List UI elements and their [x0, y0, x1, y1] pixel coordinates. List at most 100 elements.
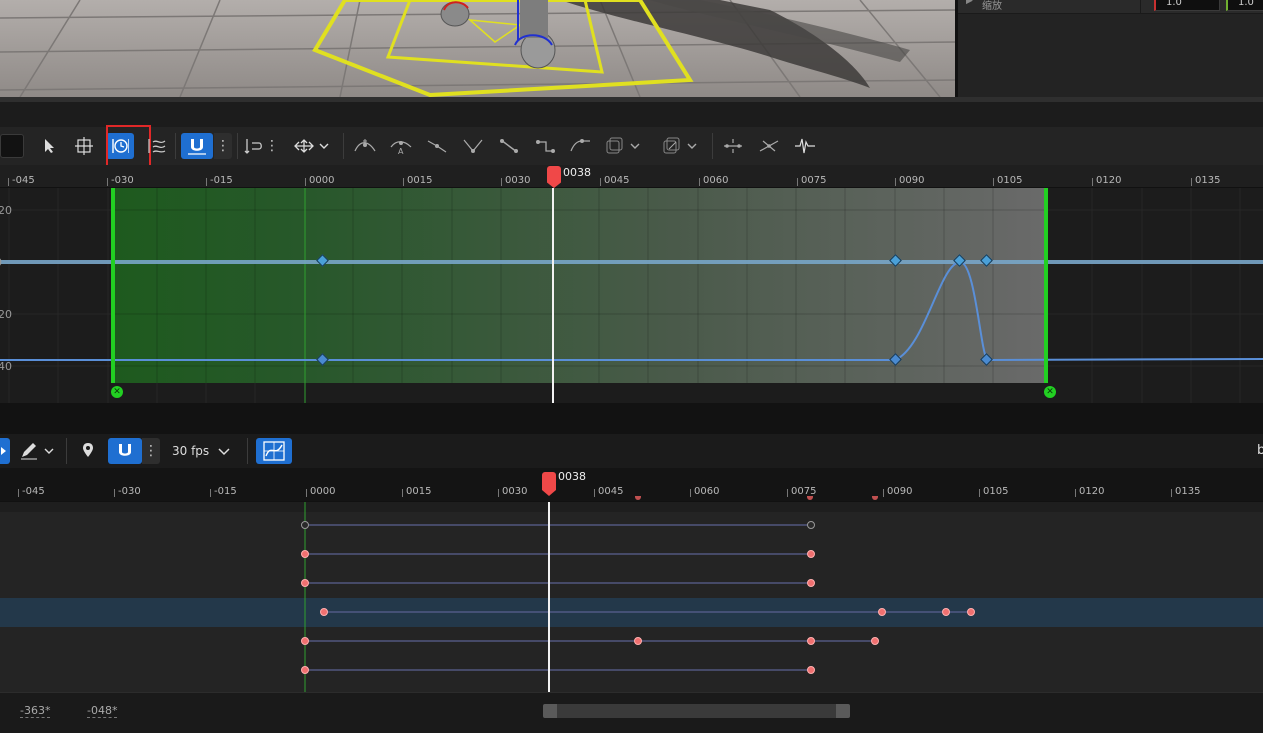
sequencer-editor: ▶ 缩放 1.0 1.0 ⋮ ⋮ A -045 -030 -015 0000 0… — [0, 0, 1263, 733]
snap-options-button[interactable]: ⋮ — [142, 438, 160, 464]
keyframe-dot[interactable] — [807, 637, 815, 645]
view-start-field[interactable]: -363* — [20, 704, 51, 718]
playback-range-bar: -363* -048* — [0, 692, 1263, 733]
multi-scale-button[interactable] — [143, 133, 171, 159]
ruler-tick: 0135 — [1190, 175, 1221, 186]
curve-editor-icon — [263, 441, 285, 461]
select-tool-button[interactable] — [36, 133, 64, 159]
ruler-tick: 0030 — [500, 175, 531, 186]
tangent-options-button[interactable]: ⋮ — [263, 133, 281, 159]
snapping-toggle[interactable] — [181, 133, 213, 159]
magnet-icon — [188, 139, 206, 155]
keyframe-dot[interactable] — [301, 579, 309, 587]
curve-auto-icon — [354, 139, 376, 152]
flatten-tangent-button[interactable] — [567, 133, 595, 159]
curve-flat-icon — [570, 139, 590, 152]
ruler-tick: 0075 — [796, 175, 827, 186]
view-mode-dropdown[interactable] — [290, 133, 334, 159]
range-start-close-icon[interactable]: ✕ — [111, 386, 123, 398]
keyframe-dot[interactable] — [301, 637, 309, 645]
playhead-frame-label: 0038 — [563, 166, 591, 179]
keyframe-dot[interactable] — [320, 608, 328, 616]
keyframe-dot[interactable] — [807, 521, 815, 529]
play-button[interactable] — [0, 438, 10, 464]
track-area[interactable] — [0, 502, 1263, 692]
keyframe-dot[interactable] — [301, 521, 309, 529]
keyframe-dot[interactable] — [301, 666, 309, 674]
keyframe-dot[interactable] — [807, 550, 815, 558]
expand-arrow-icon[interactable]: ▶ — [966, 0, 973, 6]
pre-infinity-icon — [606, 137, 640, 154]
snap-options-button[interactable]: ⋮ — [214, 133, 232, 159]
linear-tangent-button[interactable] — [459, 133, 487, 159]
keyframe-dot[interactable] — [878, 608, 886, 616]
sequencer-time-ruler[interactable]: -045 -030 -015 0000 0015 0030 0045 0060 … — [0, 468, 1263, 502]
range-end-close-icon[interactable]: ✕ — [1044, 386, 1056, 398]
curve-diagonal-icon — [500, 139, 518, 153]
curve-editor-toolbar: ⋮ ⋮ A — [0, 125, 1263, 170]
flatten-keys-button[interactable] — [719, 133, 747, 159]
curve-time-ruler[interactable]: -045 -030 -015 0000 0015 0030 0045 0060 … — [0, 165, 1263, 188]
post-infinity-dropdown[interactable] — [660, 133, 700, 159]
curve-step-icon — [536, 140, 555, 153]
fps-dropdown[interactable]: 30 fps — [164, 438, 234, 464]
constant-tangent-button[interactable] — [495, 133, 523, 159]
keyframe-dot[interactable] — [967, 608, 975, 616]
track-keys-canvas — [304, 502, 971, 692]
straighten-keys-button[interactable] — [755, 133, 783, 159]
playhead-handle[interactable] — [547, 166, 561, 188]
ruler-tick: -045 — [8, 175, 35, 186]
scale-row: ▶ 缩放 1.0 1.0 — [958, 0, 1263, 14]
details-panel: ▶ 缩放 1.0 1.0 — [958, 0, 1263, 97]
filter-curves-button[interactable] — [791, 133, 819, 159]
ruler-tick: 0030 — [497, 486, 528, 497]
keyframe-dot[interactable] — [807, 579, 815, 587]
scale-y-field[interactable]: 1.0 — [1226, 0, 1263, 11]
level-viewport[interactable] — [0, 0, 955, 97]
playhead-handle[interactable] — [542, 472, 556, 496]
transform-icon — [75, 137, 93, 155]
scale-x-field[interactable]: 1.0 — [1154, 0, 1220, 11]
ruler-tick: 0015 — [401, 486, 432, 497]
auto-tangent-button[interactable] — [351, 133, 379, 159]
keyframe-dot[interactable] — [807, 666, 815, 674]
keys-flatten-icon — [724, 139, 742, 153]
ruler-tick: -015 — [210, 486, 237, 497]
playhead-frame-label: 0038 — [558, 470, 586, 483]
ruler-tick: 0120 — [1074, 486, 1105, 497]
ruler-tick: 0060 — [689, 486, 720, 497]
svg-text:A: A — [398, 147, 404, 155]
viewport-scene — [0, 0, 955, 97]
user-tangent-button[interactable]: A — [387, 133, 415, 159]
edit-tool-dropdown[interactable] — [18, 438, 58, 464]
truncated-label: b — [1257, 443, 1263, 458]
ruler-tick: -015 — [206, 175, 233, 186]
curve-graph[interactable]: 20 0 -20 -40 ✕ ✕ — [0, 188, 1263, 403]
pre-infinity-dropdown[interactable] — [603, 133, 643, 159]
curve-editor-toggle[interactable] — [256, 438, 292, 464]
keyframe-dot[interactable] — [871, 637, 879, 645]
arrows-horizontal-icon — [294, 139, 329, 153]
ruler-tick: -030 — [107, 175, 134, 186]
step-tangent-button[interactable] — [531, 133, 559, 159]
transform-tool-button[interactable] — [70, 133, 98, 159]
snapping-toggle-sequencer[interactable] — [108, 438, 142, 464]
more-vertical-icon: ⋮ — [216, 138, 230, 154]
break-tangent-button[interactable] — [423, 133, 451, 159]
search-box[interactable] — [0, 134, 24, 158]
panel-divider — [0, 403, 1263, 434]
scrollbar-track — [557, 704, 836, 718]
keyframe-marker — [872, 496, 878, 500]
horizontal-scrollbar[interactable] — [543, 704, 850, 718]
keyframe-dot[interactable] — [634, 637, 642, 645]
view-end-field[interactable]: -048* — [87, 704, 118, 718]
wave-stack-icon — [148, 139, 166, 153]
ruler-tick: 0015 — [402, 175, 433, 186]
keyframe-dot[interactable] — [942, 608, 950, 616]
ruler-tick: 0105 — [978, 486, 1009, 497]
keyframe-dot[interactable] — [301, 550, 309, 558]
value-label: 0 — [0, 256, 2, 269]
curve-user-icon: A — [390, 141, 412, 155]
ruler-tick: 0045 — [599, 175, 630, 186]
marker-button[interactable] — [74, 438, 102, 464]
